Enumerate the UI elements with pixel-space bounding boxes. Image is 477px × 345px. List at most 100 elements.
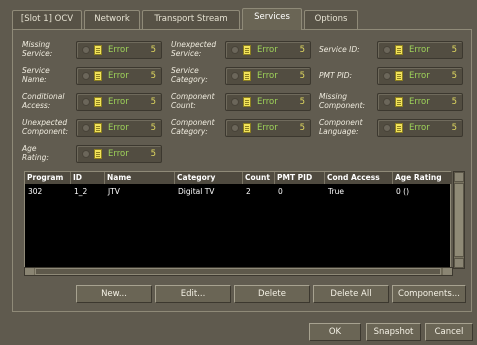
- edit-button[interactable]: Edit...: [155, 285, 231, 303]
- indicator-icon: [383, 98, 391, 106]
- error-count: 5: [451, 45, 457, 55]
- status-label-pmt-pid: PMT PID:: [319, 71, 352, 80]
- error-count: 5: [150, 149, 156, 159]
- status-text: Error: [257, 71, 278, 81]
- ok-button[interactable]: OK: [309, 323, 361, 341]
- status-box-component-count[interactable]: Error 5: [225, 93, 311, 111]
- status-box-component-category[interactable]: Error 5: [225, 119, 311, 137]
- services-table[interactable]: Program ID Name Category Count PMT PID C…: [24, 171, 452, 271]
- vertical-scroll-thumb[interactable]: [454, 183, 464, 257]
- status-box-pmt-pid[interactable]: Error 5: [377, 67, 463, 85]
- vertical-scrollbar[interactable]: [453, 171, 465, 269]
- status-box-component-language[interactable]: Error 5: [377, 119, 463, 137]
- error-count: 5: [150, 71, 156, 81]
- error-count: 5: [150, 97, 156, 107]
- error-count: 5: [451, 97, 457, 107]
- cell-name: JTV: [108, 187, 120, 196]
- cell-pmt-pid: 0: [278, 187, 283, 196]
- indicator-icon: [383, 124, 391, 132]
- tab-options[interactable]: Options: [304, 10, 358, 29]
- indicator-icon: [231, 72, 239, 80]
- error-count: 5: [299, 123, 305, 133]
- log-document-icon: [94, 97, 102, 107]
- status-text: Error: [108, 149, 129, 159]
- log-document-icon: [94, 123, 102, 133]
- status-text: Error: [409, 97, 430, 107]
- status-label-unexpected-service: Unexpected Service:: [171, 40, 217, 58]
- status-box-service-name[interactable]: Error 5: [76, 67, 162, 85]
- tab-slot-ocv[interactable]: [Slot 1] OCV: [12, 10, 82, 29]
- indicator-icon: [82, 46, 90, 54]
- column-header-count[interactable]: Count: [243, 172, 275, 184]
- status-label-component-category: Component Category:: [171, 118, 215, 136]
- status-label-service-category: Service Category:: [171, 66, 208, 84]
- status-box-unexpected-component[interactable]: Error 5: [76, 119, 162, 137]
- horizontal-scroll-thumb[interactable]: [35, 268, 441, 275]
- cell-program: 302: [28, 187, 43, 196]
- indicator-icon: [82, 98, 90, 106]
- tab-network[interactable]: Network: [84, 10, 140, 29]
- column-header-age-rating[interactable]: Age Rating: [393, 172, 452, 184]
- status-text: Error: [108, 97, 129, 107]
- status-label-component-language: Component Language:: [319, 118, 363, 136]
- log-document-icon: [395, 123, 403, 133]
- column-header-name[interactable]: Name: [105, 172, 175, 184]
- error-count: 5: [451, 123, 457, 133]
- delete-all-button[interactable]: Delete All: [313, 285, 389, 303]
- scroll-right-arrow-icon[interactable]: [443, 268, 452, 275]
- status-label-service-name: Service Name:: [22, 66, 50, 84]
- log-document-icon: [94, 45, 102, 55]
- scroll-up-arrow-icon[interactable]: [454, 172, 464, 182]
- error-count: 5: [150, 45, 156, 55]
- status-box-service-category[interactable]: Error 5: [225, 67, 311, 85]
- status-box-conditional-access[interactable]: Error 5: [76, 93, 162, 111]
- cell-count: 2: [246, 187, 251, 196]
- status-text: Error: [108, 45, 129, 55]
- indicator-icon: [82, 150, 90, 158]
- column-header-category[interactable]: Category: [175, 172, 243, 184]
- cell-cond-access: True: [328, 187, 344, 196]
- status-text: Error: [257, 123, 278, 133]
- indicator-icon: [231, 98, 239, 106]
- indicator-icon: [231, 46, 239, 54]
- new-button[interactable]: New...: [76, 285, 152, 303]
- tab-services[interactable]: Services: [242, 8, 302, 30]
- log-document-icon: [395, 45, 403, 55]
- column-header-id[interactable]: ID: [71, 172, 105, 184]
- status-label-missing-service: Missing Service:: [22, 40, 53, 58]
- horizontal-scrollbar[interactable]: [24, 267, 453, 276]
- snapshot-button[interactable]: Snapshot: [366, 323, 421, 341]
- status-box-missing-component[interactable]: Error 5: [377, 93, 463, 111]
- indicator-icon: [383, 72, 391, 80]
- status-label-age-rating: Age Rating:: [22, 144, 49, 162]
- log-document-icon: [395, 71, 403, 81]
- status-text: Error: [108, 71, 129, 81]
- status-box-age-rating[interactable]: Error 5: [76, 145, 162, 163]
- indicator-icon: [82, 124, 90, 132]
- status-text: Error: [257, 97, 278, 107]
- log-document-icon: [94, 149, 102, 159]
- scroll-left-arrow-icon[interactable]: [25, 268, 34, 275]
- scroll-down-arrow-icon[interactable]: [454, 258, 464, 268]
- status-label-service-id: Service ID:: [319, 45, 360, 54]
- status-box-missing-service[interactable]: Error 5: [76, 41, 162, 59]
- error-count: 5: [150, 123, 156, 133]
- components-button[interactable]: Components...: [392, 285, 466, 303]
- cell-id: 1_2: [74, 187, 88, 196]
- status-label-missing-component: Missing Component:: [319, 92, 366, 110]
- status-label-conditional-access: Conditional Access:: [22, 92, 65, 110]
- error-count: 5: [299, 45, 305, 55]
- error-count: 5: [299, 71, 305, 81]
- log-document-icon: [94, 71, 102, 81]
- tab-transport-stream[interactable]: Transport Stream: [142, 10, 240, 29]
- cancel-button[interactable]: Cancel: [425, 323, 473, 341]
- status-label-component-count: Component Count:: [171, 92, 215, 110]
- status-box-service-id[interactable]: Error 5: [377, 41, 463, 59]
- delete-button[interactable]: Delete: [234, 285, 310, 303]
- status-text: Error: [108, 123, 129, 133]
- column-header-cond-access[interactable]: Cond Access: [325, 172, 393, 184]
- status-text: Error: [257, 45, 278, 55]
- status-box-unexpected-service[interactable]: Error 5: [225, 41, 311, 59]
- column-header-program[interactable]: Program: [25, 172, 71, 184]
- column-header-pmt-pid[interactable]: PMT PID: [275, 172, 325, 184]
